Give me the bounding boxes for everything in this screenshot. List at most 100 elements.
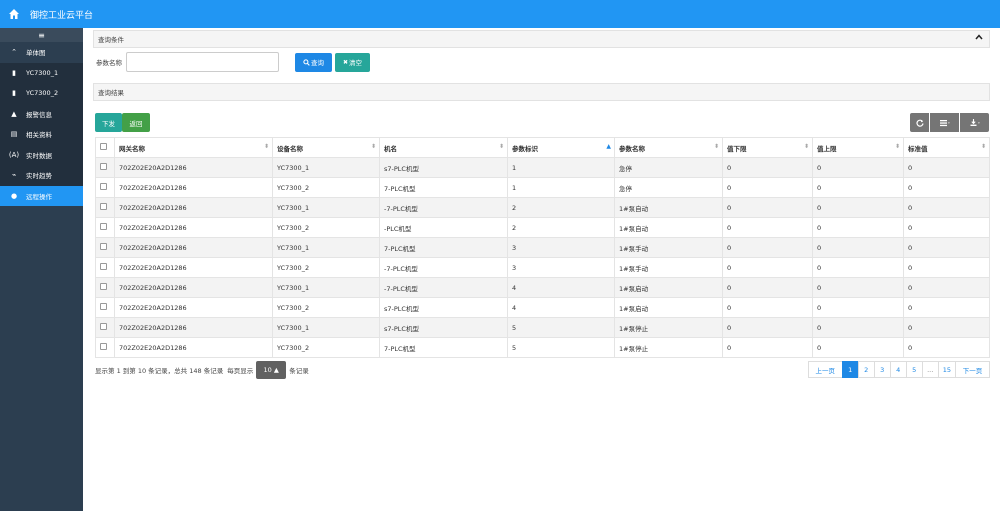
column-header-param-name[interactable]: 参数名称 ⬍ bbox=[614, 137, 723, 158]
page-number-button[interactable]: 3 bbox=[873, 361, 891, 378]
table-cell: -7-PLC机型 bbox=[379, 197, 508, 218]
sidebar-item-documents[interactable]: ▤ 相关资料 bbox=[0, 124, 83, 145]
table-cell: 0 bbox=[812, 217, 904, 238]
column-header-model[interactable]: 机名 ⬍ bbox=[379, 137, 508, 158]
collapse-icon[interactable] bbox=[975, 33, 983, 44]
table-cell: 0 bbox=[722, 237, 813, 258]
page-number-button[interactable]: 2 bbox=[857, 361, 875, 378]
refresh-icon[interactable] bbox=[910, 113, 929, 132]
sidebar-item-label: YC7300_1 bbox=[26, 68, 59, 77]
table-cell: 0 bbox=[722, 297, 813, 318]
sidebar-item-yc7300-2[interactable]: ▮ YC7300_2 bbox=[0, 83, 83, 104]
row-checkbox[interactable] bbox=[95, 297, 115, 318]
row-checkbox[interactable] bbox=[95, 257, 115, 278]
page-number-button[interactable]: 15 bbox=[937, 361, 956, 378]
row-checkbox[interactable] bbox=[95, 157, 115, 178]
columns-toggle-button[interactable] bbox=[930, 113, 959, 132]
sidebar-item-label: 相关资料 bbox=[26, 131, 52, 140]
table-cell: 0 bbox=[812, 277, 904, 298]
page-size-select[interactable]: 10 ▲ bbox=[256, 361, 287, 379]
table-row[interactable]: 702Z02E20A2D1286 YC7300_1 s7-PLC机型 1 急停 0 0 0 bbox=[95, 157, 990, 178]
column-header-gateway[interactable]: 网关名称 ⬍ bbox=[114, 137, 273, 158]
row-checkbox[interactable] bbox=[95, 197, 115, 218]
table-row[interactable]: 702Z02E20A2D1286 YC7300_1 7-PLC机型 3 1#泵手动 0 0 0 bbox=[95, 237, 990, 258]
query-panel-title: 查询条件 bbox=[98, 36, 124, 44]
table-cell: -7-PLC机型 bbox=[379, 277, 508, 298]
row-checkbox[interactable] bbox=[95, 317, 115, 338]
column-header-param-id[interactable]: 参数标识 ▲ bbox=[507, 137, 615, 158]
sort-icon: ⬍ bbox=[980, 143, 986, 150]
table-row[interactable]: 702Z02E20A2D1286 YC7300_1 -7-PLC机型 4 1#泵启动 0 0… bbox=[95, 277, 990, 298]
search-button[interactable]: 查询 bbox=[295, 52, 332, 72]
table-cell: -7-PLC机型 bbox=[379, 257, 508, 278]
page-number-button[interactable]: 5 bbox=[905, 361, 923, 378]
param-name-input[interactable] bbox=[126, 52, 279, 72]
table-cell: 0 bbox=[722, 257, 813, 278]
home-icon[interactable] bbox=[0, 0, 28, 28]
sidebar-item-single-view[interactable]: ⌃ 单体图 bbox=[0, 42, 83, 63]
table-cell: 702Z02E20A2D1286 bbox=[114, 237, 273, 258]
column-header-standard[interactable]: 标准值 ⬍ bbox=[903, 137, 990, 158]
table-cell: 0 bbox=[903, 317, 990, 338]
table-cell: 702Z02E20A2D1286 bbox=[114, 177, 273, 198]
sidebar-item-alarms[interactable]: ▲ 报警信息 bbox=[0, 103, 83, 124]
row-checkbox[interactable] bbox=[95, 337, 115, 358]
column-header-min[interactable]: 值下限 ⬍ bbox=[722, 137, 813, 158]
sidebar-item-yc7300-1[interactable]: ▮ YC7300_1 bbox=[0, 62, 83, 83]
row-checkbox[interactable] bbox=[95, 177, 115, 198]
table-row[interactable]: 702Z02E20A2D1286 YC7300_1 s7-PLC机型 5 1#泵停止 0 0… bbox=[95, 317, 990, 338]
table-row[interactable]: 702Z02E20A2D1286 YC7300_2 -PLC机型 2 1#泵自动 0 0 0 bbox=[95, 217, 990, 238]
table-cell: 702Z02E20A2D1286 bbox=[114, 217, 273, 238]
table-cell: 7-PLC机型 bbox=[379, 177, 508, 198]
table-cell: 3 bbox=[507, 257, 615, 278]
row-checkbox[interactable] bbox=[95, 217, 115, 238]
next-page-button[interactable]: 下一页 bbox=[955, 361, 990, 378]
prev-page-button[interactable]: 上一页 bbox=[807, 361, 843, 378]
table-cell: 4 bbox=[507, 297, 615, 318]
table-header-row: 网关名称 ⬍ 设备名称 ⬍ 机名 ⬍ 参数标识 ▲ 参数名称 ⬍ 值下限 ⬍ 值上限 ⬍ 标准… bbox=[95, 137, 990, 158]
sort-icon: ⬍ bbox=[894, 143, 900, 150]
sidebar-item-realtime-data[interactable]: (A) 实时数据 bbox=[0, 144, 83, 165]
data-icon: (A) bbox=[8, 150, 20, 159]
per-page-prefix: 每页显示 bbox=[227, 367, 254, 375]
back-button[interactable]: 返回 bbox=[122, 113, 150, 132]
clear-button[interactable]: ✖ 清空 bbox=[335, 52, 370, 72]
sidebar: ≡ ⌃ 单体图 ▮ YC7300_1 ▮ YC7300_2 ▲ 报警信息 ▤ 相… bbox=[0, 28, 83, 511]
page-number-button[interactable]: 4 bbox=[889, 361, 907, 378]
table-cell: 0 bbox=[722, 317, 813, 338]
table-row[interactable]: 702Z02E20A2D1286 YC7300_2 7-PLC机型 1 急停 0 0 0 bbox=[95, 177, 990, 198]
table-cell: 0 bbox=[903, 297, 990, 318]
table-cell: 0 bbox=[722, 177, 813, 198]
select-all-checkbox[interactable] bbox=[95, 137, 115, 158]
table-cell: -PLC机型 bbox=[379, 217, 508, 238]
menu-toggle-icon[interactable]: ≡ bbox=[0, 28, 83, 42]
table-row[interactable]: 702Z02E20A2D1286 YC7300_2 -7-PLC机型 3 1#泵手动 0 0… bbox=[95, 257, 990, 278]
column-header-max[interactable]: 值上限 ⬍ bbox=[812, 137, 904, 158]
results-panel-title: 查询结果 bbox=[98, 89, 124, 97]
chevron-up-icon: ⌃ bbox=[11, 48, 17, 57]
column-header-device[interactable]: 设备名称 ⬍ bbox=[272, 137, 380, 158]
sidebar-item-label: YC7300_2 bbox=[26, 89, 59, 98]
table-cell: 702Z02E20A2D1286 bbox=[114, 297, 273, 318]
table-row[interactable]: 702Z02E20A2D1286 YC7300_2 s7-PLC机型 4 1#泵启动 0 0… bbox=[95, 297, 990, 318]
pagination: 上一页 1 2 3 4 5... 15 下一页 bbox=[807, 361, 990, 378]
table-row[interactable]: 702Z02E20A2D1286 YC7300_2 7-PLC机型 5 1#泵停止 0 0 0 bbox=[95, 337, 990, 358]
table-cell: 1#泵停止 bbox=[614, 317, 723, 338]
download-icon bbox=[970, 118, 980, 126]
table-row[interactable]: 702Z02E20A2D1286 YC7300_1 -7-PLC机型 2 1#泵自动 0 0… bbox=[95, 197, 990, 218]
pagination-summary: 显示第 1 到第 10 条记录，总共 148 条记录 bbox=[95, 367, 224, 375]
issue-button[interactable]: 下发 bbox=[95, 113, 122, 132]
row-checkbox[interactable] bbox=[95, 237, 115, 258]
pagination-info: 显示第 1 到第 10 条记录，总共 148 条记录 每页显示 10 ▲ 条记录 bbox=[95, 361, 309, 379]
page-number-button[interactable]: 1 bbox=[841, 361, 859, 378]
table-cell: 0 bbox=[903, 177, 990, 198]
table-cell: 1 bbox=[507, 177, 615, 198]
table-cell: 0 bbox=[722, 157, 813, 178]
table-cell: 1#泵手动 bbox=[614, 237, 723, 258]
export-button[interactable] bbox=[960, 113, 989, 132]
table-cell: 0 bbox=[722, 277, 813, 298]
table-cell: 0 bbox=[812, 297, 904, 318]
sidebar-item-realtime-trend[interactable]: ⌁ 实时趋势 bbox=[0, 165, 83, 186]
sidebar-item-remote-operation[interactable]: ● 远程操作 bbox=[0, 185, 83, 206]
row-checkbox[interactable] bbox=[95, 277, 115, 298]
